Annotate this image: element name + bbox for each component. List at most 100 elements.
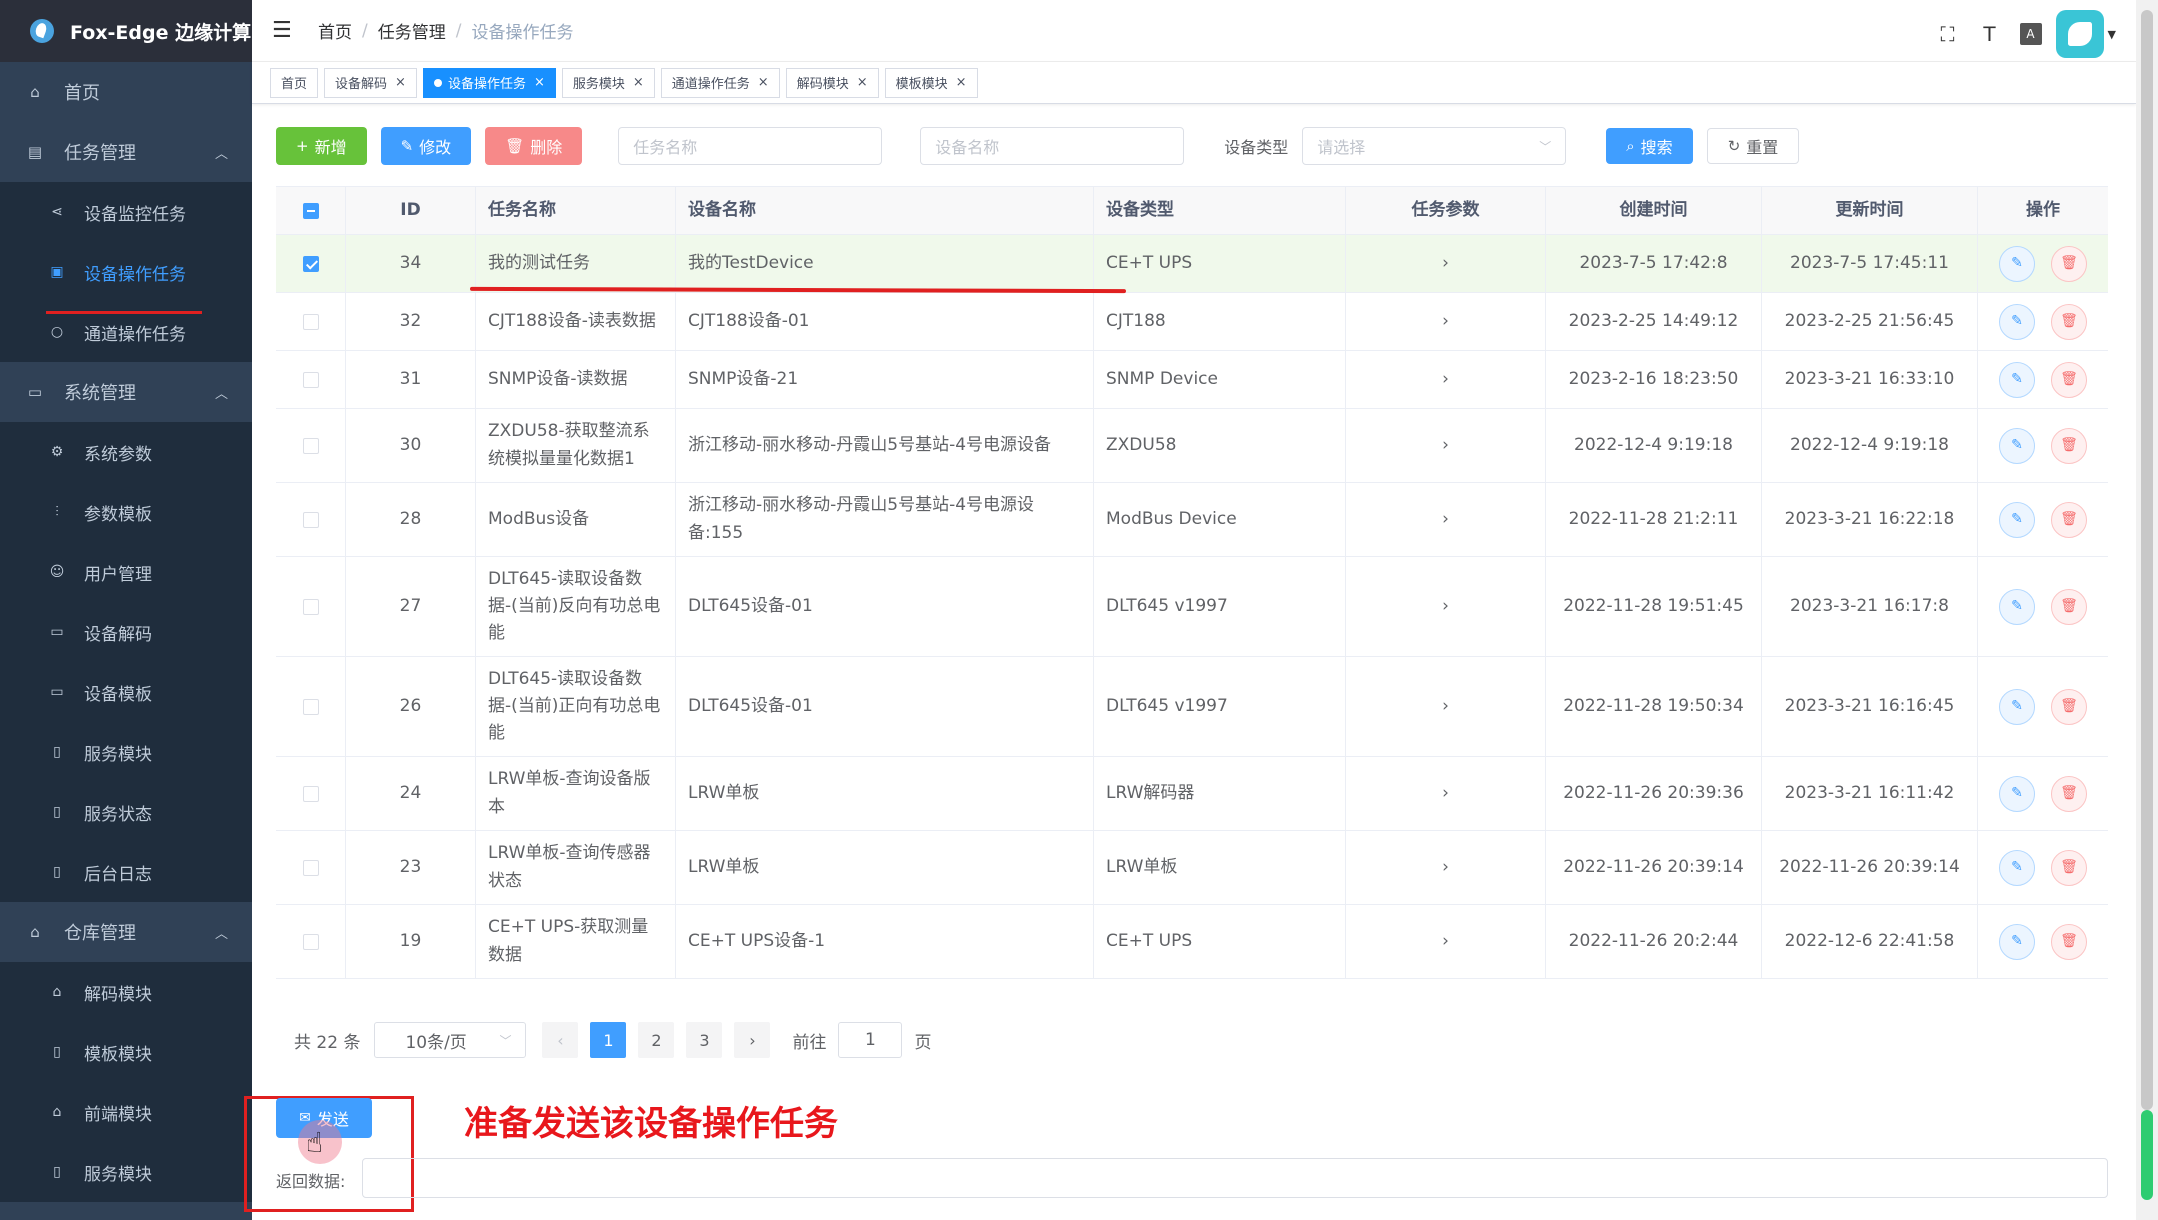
- delete-row-button[interactable]: 🗑: [2051, 923, 2087, 960]
- cell-task-params[interactable]: ›: [1346, 293, 1546, 350]
- edit-row-button[interactable]: ✎: [1999, 688, 2035, 725]
- edit-row-button[interactable]: ✎: [1999, 427, 2035, 464]
- page-scrollbar[interactable]: [2136, 0, 2158, 1220]
- delete-row-button[interactable]: 🗑: [2051, 427, 2087, 464]
- cell-task-params[interactable]: ›: [1346, 409, 1546, 482]
- fullscreen-icon[interactable]: ⛶: [1936, 22, 1960, 46]
- expand-params-icon[interactable]: ›: [1442, 366, 1449, 393]
- tag-item[interactable]: 服务模块 ×: [561, 67, 655, 98]
- sidebar-item-3[interactable]: ⌂ 仓库管理 ︿: [0, 902, 252, 962]
- table-row[interactable]: 27 DLT645-读取设备数据-(当前)反向有功总电能 DLT645设备-01 DL…: [276, 557, 2108, 657]
- table-row[interactable]: 28 ModBus设备 浙江移动-丽水移动-丹霞山5号基站-4号电源设备:155 Mo…: [276, 483, 2108, 557]
- sidebar-subitem[interactable]: ☺ 用户管理: [0, 542, 252, 602]
- cell-task-params[interactable]: ›: [1346, 831, 1546, 904]
- sidebar-subitem[interactable]: ▭ 设备模板: [0, 662, 252, 722]
- prev-page-button[interactable]: ‹: [542, 1022, 579, 1058]
- cell-task-params[interactable]: ›: [1346, 235, 1546, 292]
- edit-row-button[interactable]: ✎: [1999, 849, 2035, 886]
- goto-page-input[interactable]: 1: [838, 1022, 903, 1058]
- delete-row-button[interactable]: 🗑: [2051, 849, 2087, 886]
- table-row[interactable]: 31 SNMP设备-读数据 SNMP设备-21 SNMP Device › 2023-2-…: [276, 351, 2108, 409]
- expand-params-icon[interactable]: ›: [1442, 693, 1449, 720]
- close-icon[interactable]: ×: [956, 75, 967, 90]
- row-checkbox[interactable]: [302, 255, 319, 272]
- task-name-input[interactable]: 任务名称: [618, 127, 883, 165]
- delete-row-button[interactable]: 🗑: [2051, 361, 2087, 398]
- add-button[interactable]: + 新增: [276, 127, 367, 165]
- table-row[interactable]: 19 CE+T UPS-获取测量数据 CE+T UPS设备-1 CE+T UPS › 20…: [276, 905, 2108, 979]
- tag-item[interactable]: 设备解码 ×: [324, 67, 417, 98]
- row-checkbox[interactable]: [302, 698, 319, 715]
- expand-params-icon[interactable]: ›: [1442, 780, 1449, 807]
- hamburger-icon[interactable]: ☰: [272, 18, 294, 43]
- reset-button[interactable]: ↻ 重置: [1706, 128, 1800, 164]
- page-number-button[interactable]: 2: [638, 1022, 675, 1058]
- cell-task-params[interactable]: ›: [1346, 757, 1546, 830]
- tag-item[interactable]: 模板模块 ×: [884, 67, 978, 98]
- sidebar-subitem[interactable]: ⫶ 参数模板: [0, 482, 252, 542]
- table-row[interactable]: 26 DLT645-读取设备数据-(当前)正向有功总电能 DLT645设备-01 DL…: [276, 657, 2108, 757]
- return-data-textarea[interactable]: [362, 1158, 2108, 1198]
- edit-row-button[interactable]: ✎: [1999, 588, 2035, 625]
- page-number-button[interactable]: 3: [686, 1022, 723, 1058]
- sidebar-item-1[interactable]: ▤ 任务管理 ︿: [0, 122, 252, 182]
- translate-icon[interactable]: A: [2019, 23, 2042, 45]
- delete-row-button[interactable]: 🗑: [2051, 775, 2087, 812]
- edit-button[interactable]: ✎ 修改: [380, 127, 472, 165]
- sidebar-subitem[interactable]: ▯ 服务模块: [0, 1142, 252, 1202]
- sidebar-subitem[interactable]: ⚙ 系统参数: [0, 422, 252, 482]
- next-page-button[interactable]: ›: [734, 1022, 771, 1058]
- tag-item[interactable]: 通道操作任务 ×: [660, 67, 780, 98]
- expand-params-icon[interactable]: ›: [1442, 250, 1449, 277]
- expand-params-icon[interactable]: ›: [1442, 593, 1449, 620]
- scrollbar-thumb[interactable]: [2141, 10, 2153, 1110]
- row-checkbox[interactable]: [302, 598, 319, 615]
- sidebar-subitem[interactable]: ⋖ 设备监控任务: [0, 182, 252, 242]
- row-checkbox[interactable]: [302, 933, 319, 950]
- sidebar-subitem[interactable]: ▯ 模板模块: [0, 1022, 252, 1082]
- close-icon[interactable]: ×: [633, 75, 644, 90]
- close-icon[interactable]: ×: [758, 75, 769, 90]
- sidebar-subitem[interactable]: ⌂ 解码模块: [0, 962, 252, 1022]
- delete-row-button[interactable]: 🗑: [2051, 245, 2087, 282]
- cell-task-params[interactable]: ›: [1346, 351, 1546, 408]
- close-icon[interactable]: ×: [534, 75, 545, 90]
- expand-params-icon[interactable]: ›: [1442, 432, 1449, 459]
- sidebar-item-0[interactable]: ⌂ 首页: [0, 62, 252, 122]
- cell-task-params[interactable]: ›: [1346, 557, 1546, 656]
- table-row[interactable]: 23 LRW单板-查询传感器状态 LRW单板 LRW单板 › 2022-11-26 20:…: [276, 831, 2108, 905]
- chevron-down-icon[interactable]: ▼: [2108, 28, 2116, 41]
- delete-row-button[interactable]: 🗑: [2051, 501, 2087, 538]
- close-icon[interactable]: ×: [857, 75, 868, 90]
- page-size-select[interactable]: 10条/页 ﹀: [374, 1022, 527, 1058]
- close-icon[interactable]: ×: [395, 75, 406, 90]
- sidebar-subitem[interactable]: ▯ 服务状态: [0, 782, 252, 842]
- select-all-checkbox[interactable]: [302, 202, 319, 219]
- sidebar-item-2[interactable]: ▭ 系统管理 ︿: [0, 362, 252, 422]
- tag-item[interactable]: 设备操作任务 ×: [422, 67, 556, 98]
- table-row[interactable]: 30 ZXDU58-获取整流系统模拟量量化数据1 浙江移动-丽水移动-丹霞山5号基站…: [276, 409, 2108, 483]
- table-row[interactable]: 34 我的测试任务 我的TestDevice CE+T UPS › 2023-7-5 17…: [276, 235, 2108, 293]
- expand-params-icon[interactable]: ›: [1442, 854, 1449, 881]
- row-checkbox[interactable]: [302, 313, 319, 330]
- sidebar-subitem[interactable]: ⌂ 前端模块: [0, 1082, 252, 1142]
- edit-row-button[interactable]: ✎: [1999, 361, 2035, 398]
- sidebar-subitem[interactable]: ▯ 后台日志: [0, 842, 252, 902]
- expand-params-icon[interactable]: ›: [1442, 928, 1449, 955]
- breadcrumb-home[interactable]: 首页: [318, 18, 352, 43]
- cell-task-params[interactable]: ›: [1346, 657, 1546, 756]
- breadcrumb-tasks[interactable]: 任务管理: [378, 18, 446, 43]
- row-checkbox[interactable]: [302, 437, 319, 454]
- cell-task-params[interactable]: ›: [1346, 483, 1546, 556]
- edit-row-button[interactable]: ✎: [1999, 775, 2035, 812]
- app-logo[interactable]: Fox-Edge 边缘计算: [0, 0, 252, 62]
- delete-row-button[interactable]: 🗑: [2051, 303, 2087, 340]
- font-size-icon[interactable]: ꓔ: [1978, 22, 2002, 46]
- tag-item[interactable]: 解码模块 ×: [785, 67, 879, 98]
- table-row[interactable]: 32 CJT188设备-读表数据 CJT188设备-01 CJT188 › 2023-2-…: [276, 293, 2108, 351]
- page-number-button[interactable]: 1: [590, 1022, 627, 1058]
- device-type-select[interactable]: 请选择 ﹀: [1302, 127, 1567, 165]
- sidebar-subitem[interactable]: ▭ 设备解码: [0, 602, 252, 662]
- avatar[interactable]: [2055, 10, 2104, 58]
- row-checkbox[interactable]: [302, 371, 319, 388]
